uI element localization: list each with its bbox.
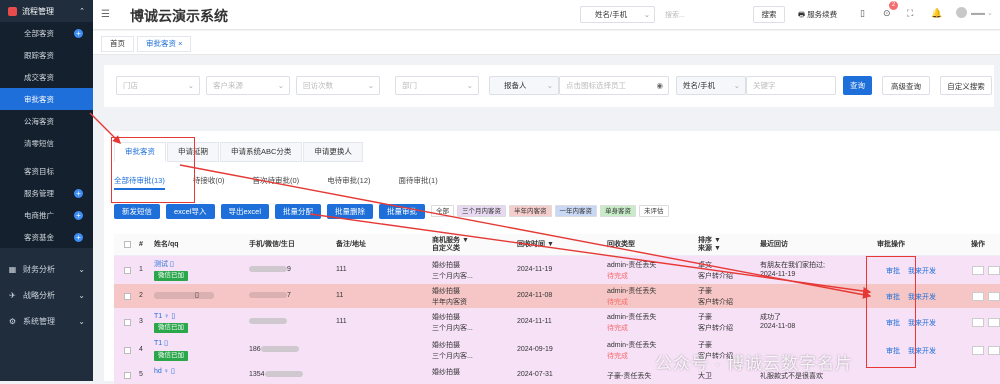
arrow-batch-to-actions — [309, 213, 872, 296]
arrow-sidebar-to-tabs — [89, 112, 121, 144]
arrow-tabs-to-actions — [179, 164, 872, 299]
annotation-arrows — [89, 112, 872, 299]
watermark: 公众号 · 博诚云数字名片 — [655, 354, 854, 373]
